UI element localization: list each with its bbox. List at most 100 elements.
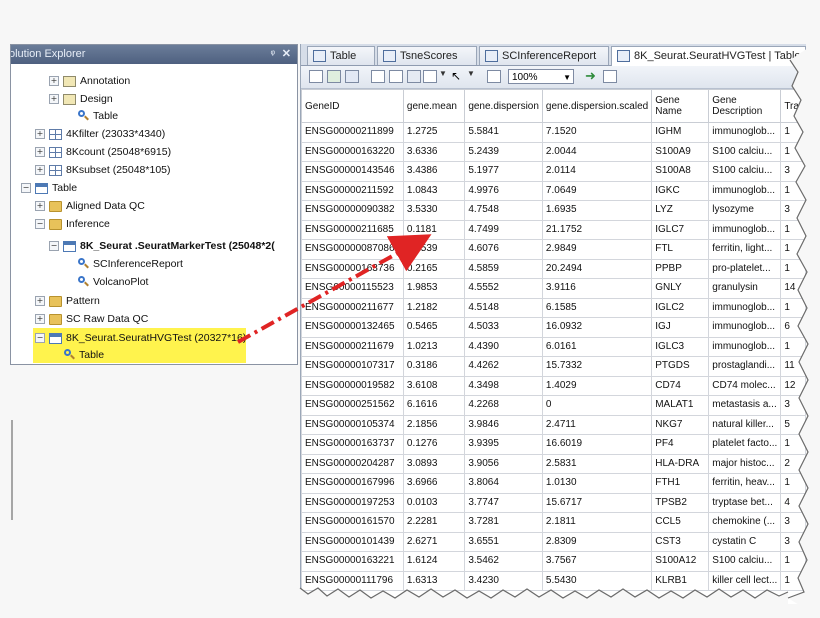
tree-item[interactable]: + Design xyxy=(49,91,113,108)
table-cell[interactable]: 1 xyxy=(780,434,806,455)
table-row[interactable]: ENSG00000101439 2.6271 3.6551 2.8309 CST3 cys… xyxy=(301,531,806,552)
tree-item[interactable]: SCInferenceReport xyxy=(63,256,183,273)
table-cell[interactable]: S100A9 xyxy=(651,141,710,162)
table-cell[interactable]: 5.5430 xyxy=(541,570,653,591)
table-cell[interactable]: KLRB1 xyxy=(651,570,710,591)
table-cell[interactable]: S100A12 xyxy=(651,551,710,572)
table-cell[interactable]: TPSB2 xyxy=(651,492,710,513)
tree-item[interactable]: + Pattern xyxy=(35,293,100,310)
column-header[interactable]: Tra xyxy=(780,89,806,123)
table-cell[interactable]: 2.0044 xyxy=(541,141,653,162)
table-cell[interactable]: 4.4390 xyxy=(464,336,543,357)
table-cell[interactable]: 4.6076 xyxy=(464,239,543,260)
table-cell[interactable]: 0 xyxy=(541,395,653,416)
table-cell[interactable]: 4.5859 xyxy=(464,258,543,279)
tab[interactable]: Table xyxy=(307,46,375,65)
table-cell[interactable]: 4.7548 xyxy=(464,200,543,221)
table-cell[interactable]: 4.2268 xyxy=(464,395,543,416)
table-cell[interactable]: 4.3498 xyxy=(464,375,543,396)
tab[interactable]: 8K_Seurat.SeuratHVGTest | Table xyxy=(611,46,806,66)
table-cell[interactable]: IGLC2 xyxy=(651,297,710,318)
table-cell[interactable]: ENSG00000211679 xyxy=(301,336,404,357)
table-cell[interactable]: 3.0893 xyxy=(402,453,466,474)
table-cell[interactable]: HLA-DRA xyxy=(651,453,710,474)
table-cell[interactable]: ENSG00000161570 xyxy=(301,512,404,533)
collapse-icon[interactable]: − xyxy=(35,333,45,344)
table-cell[interactable]: 4.7499 xyxy=(464,219,543,240)
table-cell[interactable]: 1.6935 xyxy=(541,200,653,221)
table-cell[interactable]: 1 xyxy=(780,473,806,494)
table-cell[interactable]: natural killer... xyxy=(708,414,782,435)
table-cell[interactable]: 3 xyxy=(780,200,806,221)
table-cell[interactable]: FTH1 xyxy=(651,473,710,494)
table-row[interactable]: ENSG00000161570 2.2281 3.7281 2.1811 CCL5 che… xyxy=(301,512,806,533)
table-cell[interactable]: 1.2725 xyxy=(402,122,466,143)
table-row[interactable]: ENSG00000163736 0.2165 4.5859 20.2494 PPBP pr… xyxy=(301,258,806,279)
table-cell[interactable]: 1.6313 xyxy=(402,570,466,591)
table-cell[interactable]: 3.9056 xyxy=(464,453,543,474)
expand-icon[interactable]: + xyxy=(35,129,45,140)
table-cell[interactable]: ferritin, light... xyxy=(708,239,782,260)
table-cell[interactable]: 2 xyxy=(780,453,806,474)
table-cell[interactable]: ENSG00000211899 xyxy=(301,122,404,143)
table-cell[interactable]: 6 xyxy=(780,317,806,338)
column-header[interactable]: Gene Description xyxy=(708,89,782,123)
table-cell[interactable]: 5 xyxy=(780,414,806,435)
table-row[interactable]: ENSG00000132465 0.5465 4.5033 16.0932 IGJ imm… xyxy=(301,317,806,338)
table-cell[interactable]: 1 xyxy=(780,336,806,357)
table-cell[interactable]: 4.1539 xyxy=(402,239,466,260)
table-cell[interactable]: 4 xyxy=(780,492,806,513)
table-cell[interactable]: 3.6336 xyxy=(402,141,466,162)
table-cell[interactable]: 7.1520 xyxy=(541,122,653,143)
table-cell[interactable]: 2.6271 xyxy=(402,531,466,552)
expand-icon[interactable]: + xyxy=(35,314,45,325)
table-cell[interactable]: ENSG00000204287 xyxy=(301,453,404,474)
tree-item[interactable]: − Inference xyxy=(35,216,110,233)
table-cell[interactable]: 6.1585 xyxy=(541,297,653,318)
table-cell[interactable]: 4.5148 xyxy=(464,297,543,318)
tree-item[interactable]: − 8K_Seurat .SeuratMarkerTest (25048*2( xyxy=(49,238,275,255)
table-cell[interactable]: 3.4230 xyxy=(464,570,543,591)
table-cell[interactable]: 16.6019 xyxy=(541,434,653,455)
tree-item[interactable]: + Aligned Data QC xyxy=(35,198,145,215)
fit-icon[interactable] xyxy=(603,70,617,83)
tree-item[interactable]: Table xyxy=(63,108,118,125)
table-cell[interactable]: 1 xyxy=(780,551,806,572)
table-cell[interactable]: ENSG00000087086 xyxy=(301,239,404,260)
table-cell[interactable]: 1.0843 xyxy=(402,180,466,201)
table-cell[interactable]: IGJ xyxy=(651,317,710,338)
table-cell[interactable]: ENSG00000111796 xyxy=(301,570,404,591)
tree-item[interactable]: +8Kcount (25048*6915) xyxy=(35,144,171,161)
table-cell[interactable]: 1.9853 xyxy=(402,278,466,299)
table-cell[interactable]: ferritin, heav... xyxy=(708,473,782,494)
table-cell[interactable]: 3.5330 xyxy=(402,200,466,221)
table-cell[interactable]: 5.1977 xyxy=(464,161,543,182)
table-cell[interactable]: 1.0213 xyxy=(402,336,466,357)
table-cell[interactable]: 5.2439 xyxy=(464,141,543,162)
pointer-dropdown-icon[interactable]: ▼ xyxy=(467,69,475,78)
refresh-icon[interactable]: ➜ xyxy=(585,69,599,83)
table-cell[interactable]: ENSG00000163737 xyxy=(301,434,404,455)
column-header[interactable]: gene.mean xyxy=(402,89,466,123)
close-icon[interactable]: ✕ xyxy=(282,45,291,64)
table-cell[interactable]: S100 calciu... xyxy=(708,141,782,162)
table-cell[interactable]: platelet facto... xyxy=(708,434,782,455)
table-cell[interactable]: FTL xyxy=(651,239,710,260)
table-row[interactable]: ENSG00000143546 3.4386 5.1977 2.0114 S100A8 S… xyxy=(301,161,806,182)
table-row[interactable]: ENSG00000087086 4.1539 4.6076 2.9849 FTL ferr… xyxy=(301,239,806,260)
table-row[interactable]: ENSG00000115523 1.9853 4.5552 3.9116 GNLY gra… xyxy=(301,278,806,299)
table-cell[interactable]: 3 xyxy=(780,395,806,416)
table-cell[interactable]: 3 xyxy=(780,161,806,182)
table-cell[interactable]: 1 xyxy=(780,180,806,201)
table-cell[interactable]: S100 calciu... xyxy=(708,551,782,572)
table-cell[interactable]: ENSG00000132465 xyxy=(301,317,404,338)
table-cell[interactable]: ENSG00000101439 xyxy=(301,531,404,552)
table-cell[interactable]: metastasis a... xyxy=(708,395,782,416)
table-cell[interactable]: 6.0161 xyxy=(541,336,653,357)
collapse-icon[interactable]: − xyxy=(21,183,31,194)
table-cell[interactable]: 2.9849 xyxy=(541,239,653,260)
expand-icon[interactable]: + xyxy=(49,76,59,87)
table-cell[interactable]: CD74 xyxy=(651,375,710,396)
table-cell[interactable]: IGLC7 xyxy=(651,219,710,240)
table-cell[interactable]: ENSG00000167996 xyxy=(301,473,404,494)
